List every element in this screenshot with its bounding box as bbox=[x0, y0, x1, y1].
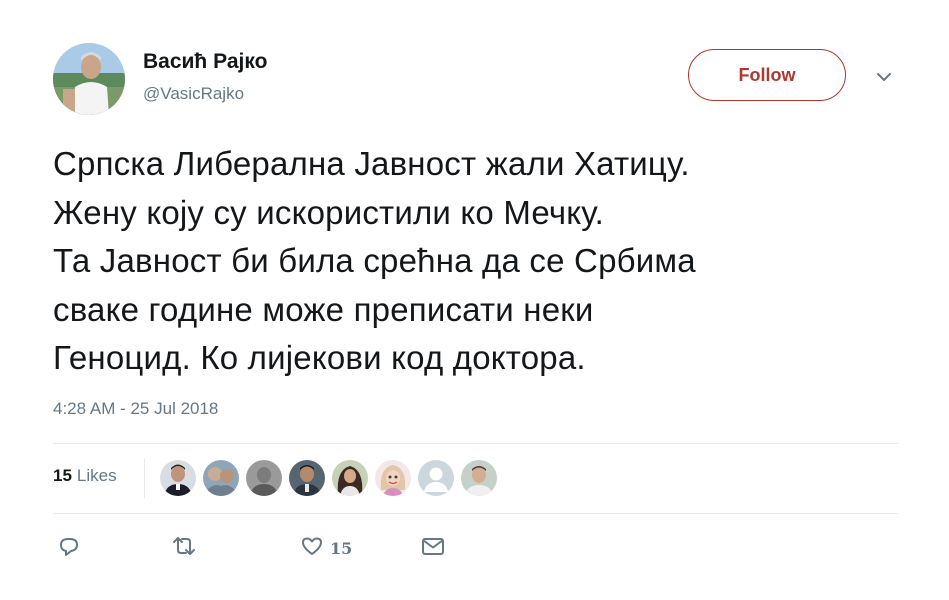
tweet-text-line: Та Јавност би била срећна да се Србима bbox=[53, 242, 696, 279]
liker-avatar[interactable] bbox=[160, 460, 196, 496]
divider bbox=[144, 458, 145, 498]
likes-stat[interactable]: 15 Likes bbox=[53, 466, 117, 486]
liker-avatar[interactable] bbox=[332, 460, 368, 496]
author-avatar[interactable] bbox=[53, 43, 125, 115]
tweet-text-line: сваке године може преписати неки bbox=[53, 290, 594, 328]
retweet-icon bbox=[171, 534, 197, 563]
divider bbox=[53, 443, 898, 444]
chevron-down-icon[interactable] bbox=[874, 67, 894, 87]
liker-avatar[interactable] bbox=[375, 460, 411, 496]
like-count: 15 bbox=[330, 538, 353, 558]
default-avatar-icon[interactable] bbox=[418, 460, 454, 496]
tweet: Васић Рајко @VasicRajko Follow Српска Ли… bbox=[0, 0, 949, 600]
like-button[interactable]: 15 bbox=[300, 536, 352, 560]
tweet-text-line: Српска Либерална Јавност жали Хатицу. bbox=[53, 145, 690, 182]
tweet-text-line: Жену коју су искористили ко Мечку. bbox=[53, 193, 605, 231]
author-handle[interactable]: @VasicRajko bbox=[143, 84, 244, 104]
tweet-text: Српска Либерална Јавност жали Хатицу. Же… bbox=[53, 140, 903, 383]
direct-message-button[interactable] bbox=[420, 536, 446, 560]
likes-label: Likes bbox=[76, 466, 117, 485]
tweet-timestamp[interactable]: 4:28 AM - 25 Jul 2018 bbox=[53, 399, 218, 419]
author-display-name[interactable]: Васић Рајко bbox=[143, 50, 267, 74]
reply-icon bbox=[57, 534, 81, 563]
liker-avatar[interactable] bbox=[203, 460, 239, 496]
follow-button[interactable]: Follow bbox=[688, 49, 846, 101]
likers-avatars bbox=[160, 460, 504, 496]
liker-avatar[interactable] bbox=[289, 460, 325, 496]
retweet-button[interactable] bbox=[171, 536, 197, 560]
tweet-text-line: Геноцид. Ко лијекови код доктора. bbox=[53, 339, 586, 376]
divider bbox=[53, 513, 898, 514]
likes-count: 15 bbox=[53, 466, 72, 485]
envelope-icon bbox=[420, 534, 446, 563]
reply-button[interactable] bbox=[57, 536, 81, 560]
heart-icon bbox=[300, 534, 324, 563]
liker-avatar[interactable] bbox=[246, 460, 282, 496]
liker-avatar[interactable] bbox=[461, 460, 497, 496]
